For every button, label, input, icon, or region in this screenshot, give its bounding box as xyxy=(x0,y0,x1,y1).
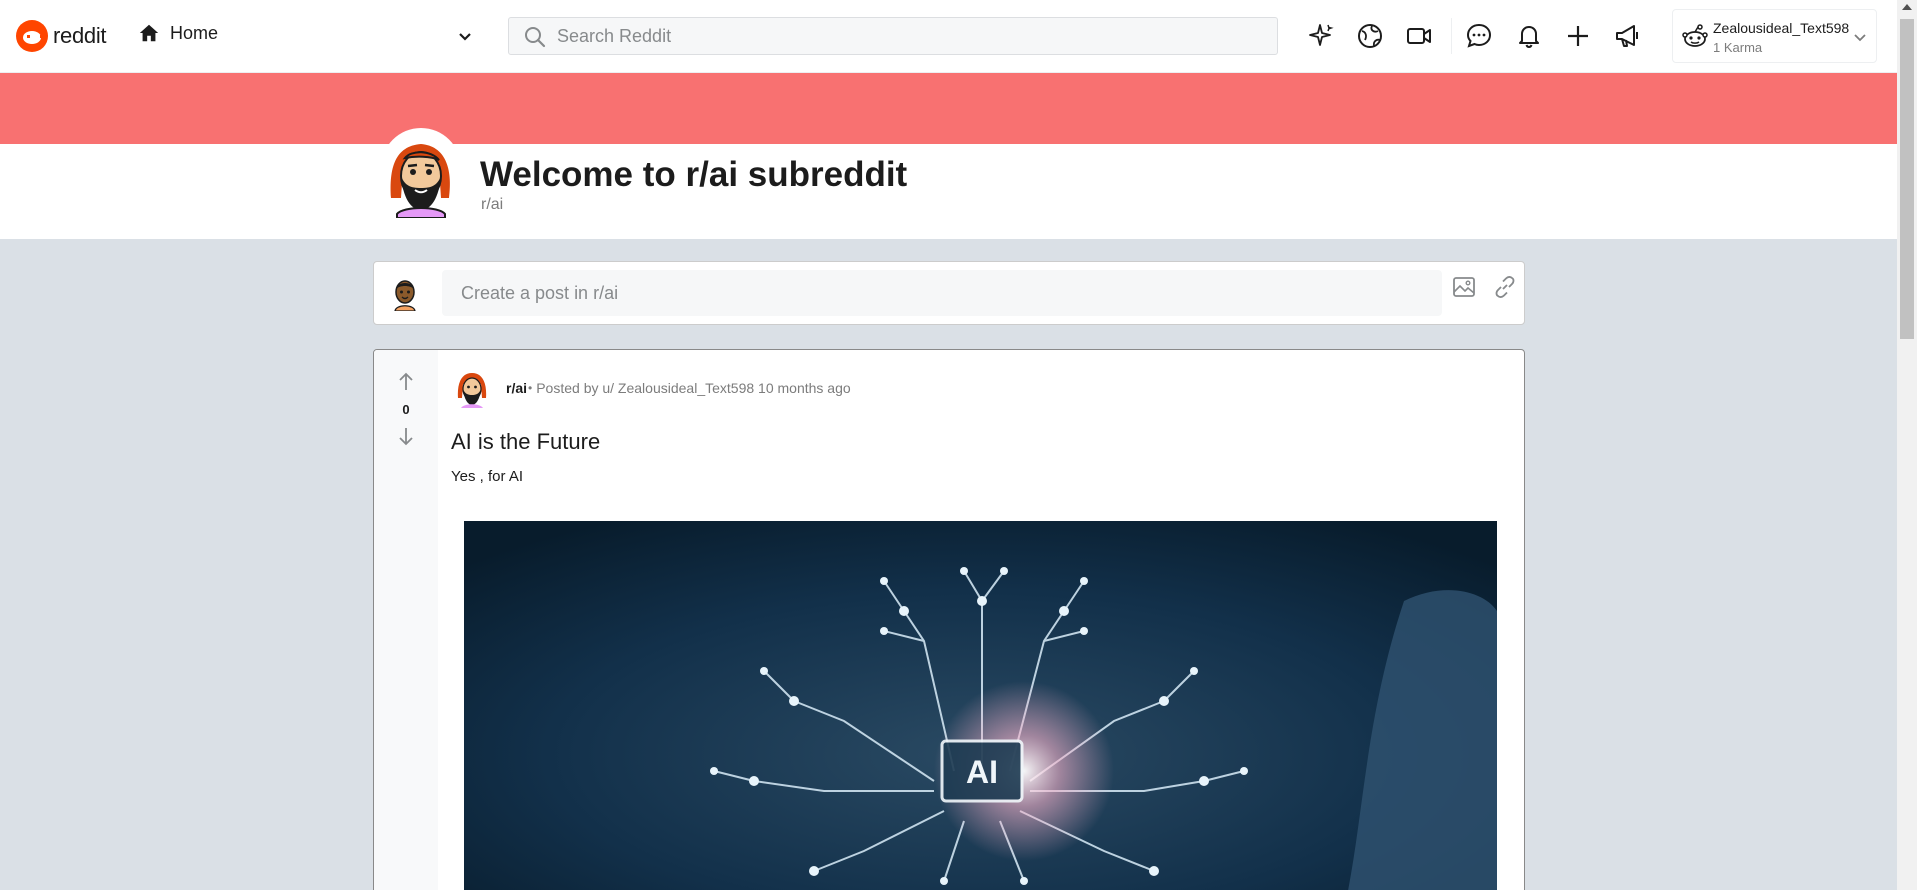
post-image[interactable]: AI xyxy=(464,521,1497,890)
subreddit-name: r/ai xyxy=(481,196,504,213)
upvote-icon[interactable] xyxy=(394,370,418,394)
user-karma: 1 Karma xyxy=(1713,40,1763,55)
search-input[interactable] xyxy=(557,18,1257,54)
create-icon[interactable] xyxy=(1562,20,1594,52)
post-author-time[interactable]: Posted by u/ Zealousideal_Text598 10 mon… xyxy=(536,380,850,396)
home-icon xyxy=(139,24,159,42)
search-icon xyxy=(525,27,546,48)
explore-icon[interactable] xyxy=(1354,20,1386,52)
reddit-logo[interactable]: reddit xyxy=(16,20,107,52)
post-body: Yes , for AI xyxy=(451,468,523,485)
link-icon[interactable] xyxy=(1492,274,1518,300)
top-navigation: reddit Home Search Reddit Zealousideal_T… xyxy=(0,0,1897,73)
subreddit-avatar xyxy=(381,128,461,218)
subreddit-header xyxy=(0,144,1897,239)
chat-icon[interactable] xyxy=(1463,20,1495,52)
video-icon[interactable] xyxy=(1403,20,1435,52)
search-bar[interactable] xyxy=(508,17,1278,55)
chevron-down-icon[interactable] xyxy=(455,27,475,47)
meta-separator: • xyxy=(528,381,533,395)
subreddit-avatar[interactable] xyxy=(454,368,490,408)
nav-divider xyxy=(1451,18,1452,54)
post-subreddit-link[interactable]: r/ai xyxy=(506,380,527,396)
scroll-up-arrow[interactable] xyxy=(1902,4,1912,10)
advertise-icon[interactable] xyxy=(1611,20,1643,52)
vote-count: 0 xyxy=(402,402,410,417)
subreddit-title: Welcome to r/ai subreddit xyxy=(480,155,908,194)
post-meta: r/ai • Posted by u/ Zealousideal_Text598… xyxy=(454,368,851,408)
username: Zealousideal_Text598 xyxy=(1713,20,1850,36)
post-title[interactable]: AI is the Future xyxy=(451,429,600,455)
vote-column: 0 xyxy=(374,350,438,890)
user-avatar[interactable] xyxy=(388,277,422,311)
user-menu[interactable]: Zealousideal_Text598 1 Karma xyxy=(1672,9,1877,63)
post-card[interactable]: 0 r/ai • Posted by u/ Zealousideal_Text5… xyxy=(373,349,1525,890)
scrollbar[interactable] xyxy=(1897,0,1917,890)
subreddit-banner xyxy=(0,73,1897,144)
home-feed-selector[interactable]: Home xyxy=(138,22,218,44)
image-icon[interactable] xyxy=(1451,274,1477,300)
scrollbar-thumb[interactable] xyxy=(1900,19,1914,339)
chevron-down-icon xyxy=(1854,34,1866,42)
downvote-icon[interactable] xyxy=(394,424,418,448)
popular-icon[interactable] xyxy=(1304,20,1336,52)
reddit-logo-icon xyxy=(16,20,48,52)
user-avatar xyxy=(1682,24,1708,47)
logo-text: reddit xyxy=(53,23,107,48)
create-post-bar xyxy=(373,261,1525,325)
image-ai-label: AI xyxy=(966,754,998,790)
notification-icon[interactable] xyxy=(1513,20,1545,52)
create-post-input[interactable] xyxy=(442,270,1442,316)
home-label: Home xyxy=(170,22,219,43)
